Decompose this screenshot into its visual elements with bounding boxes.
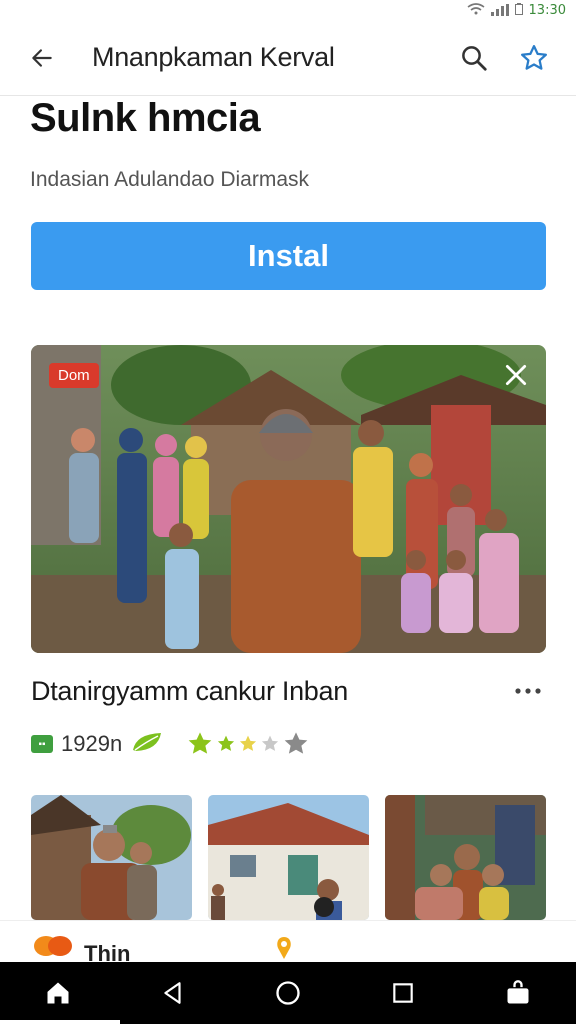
bottom-strip: Thin [0, 920, 576, 965]
status-bar: 13:30 [0, 0, 576, 20]
app-bar: Mnanpkaman Kerval [0, 20, 576, 96]
thumb-family[interactable] [385, 795, 546, 920]
star-outline-icon [521, 44, 547, 70]
nav-overview-button[interactable] [258, 968, 318, 1018]
more-options-button[interactable] [510, 676, 546, 706]
home-icon [47, 982, 69, 1004]
star-1-icon [188, 732, 212, 754]
review-count: 1929n [61, 731, 123, 756]
arrow-left-icon [32, 48, 52, 67]
media-badge: Dom [49, 363, 99, 388]
star-rating [186, 730, 310, 758]
nav-bag-button[interactable] [488, 968, 548, 1018]
featured-media[interactable]: Dom [31, 345, 546, 653]
search-button[interactable] [444, 28, 504, 88]
card-title: Dtanirgyamm cankur Inban [31, 676, 348, 706]
home-indicator [0, 1020, 120, 1024]
developer-subtitle: Indasian Adulandao Diarmask [30, 168, 310, 191]
orange-logo-icon [32, 933, 74, 964]
star-2-icon [218, 735, 235, 751]
signal-icon [490, 4, 509, 16]
screenshot-carousel [31, 795, 546, 920]
more-horizontal-icon [515, 688, 541, 694]
install-button[interactable]: Instal [31, 222, 546, 290]
wifi-icon [467, 2, 485, 18]
rating-chip-icon: ▪▪ [31, 735, 53, 753]
triangle-back-icon [164, 982, 181, 1004]
thumb-village-men[interactable] [31, 795, 192, 920]
app-title: Mnanpkaman Kerval [92, 42, 335, 72]
battery-icon [514, 2, 523, 18]
bag-icon [507, 980, 529, 1004]
search-icon [462, 45, 487, 71]
back-button[interactable] [12, 28, 72, 88]
star-3-icon [240, 735, 257, 751]
nav-back-button[interactable] [143, 968, 203, 1018]
close-media-button[interactable] [500, 359, 532, 391]
star-5-icon [284, 732, 308, 754]
nav-recents-button[interactable] [373, 968, 433, 1018]
close-icon [505, 364, 527, 386]
favorite-button[interactable] [504, 28, 564, 88]
featured-photo [31, 345, 546, 653]
circle-home-icon [276, 981, 300, 1005]
app-name-heading: Sulnk hmcia [30, 96, 261, 140]
leaf-icon [130, 730, 164, 759]
nav-home-button[interactable] [28, 968, 88, 1018]
status-time: 13:30 [528, 2, 566, 18]
star-4-icon [262, 735, 279, 751]
thumb-house[interactable] [208, 795, 369, 920]
meta-row: ▪▪ 1929n [31, 727, 310, 761]
square-recents-icon [393, 983, 413, 1003]
system-nav-bar [0, 962, 576, 1024]
